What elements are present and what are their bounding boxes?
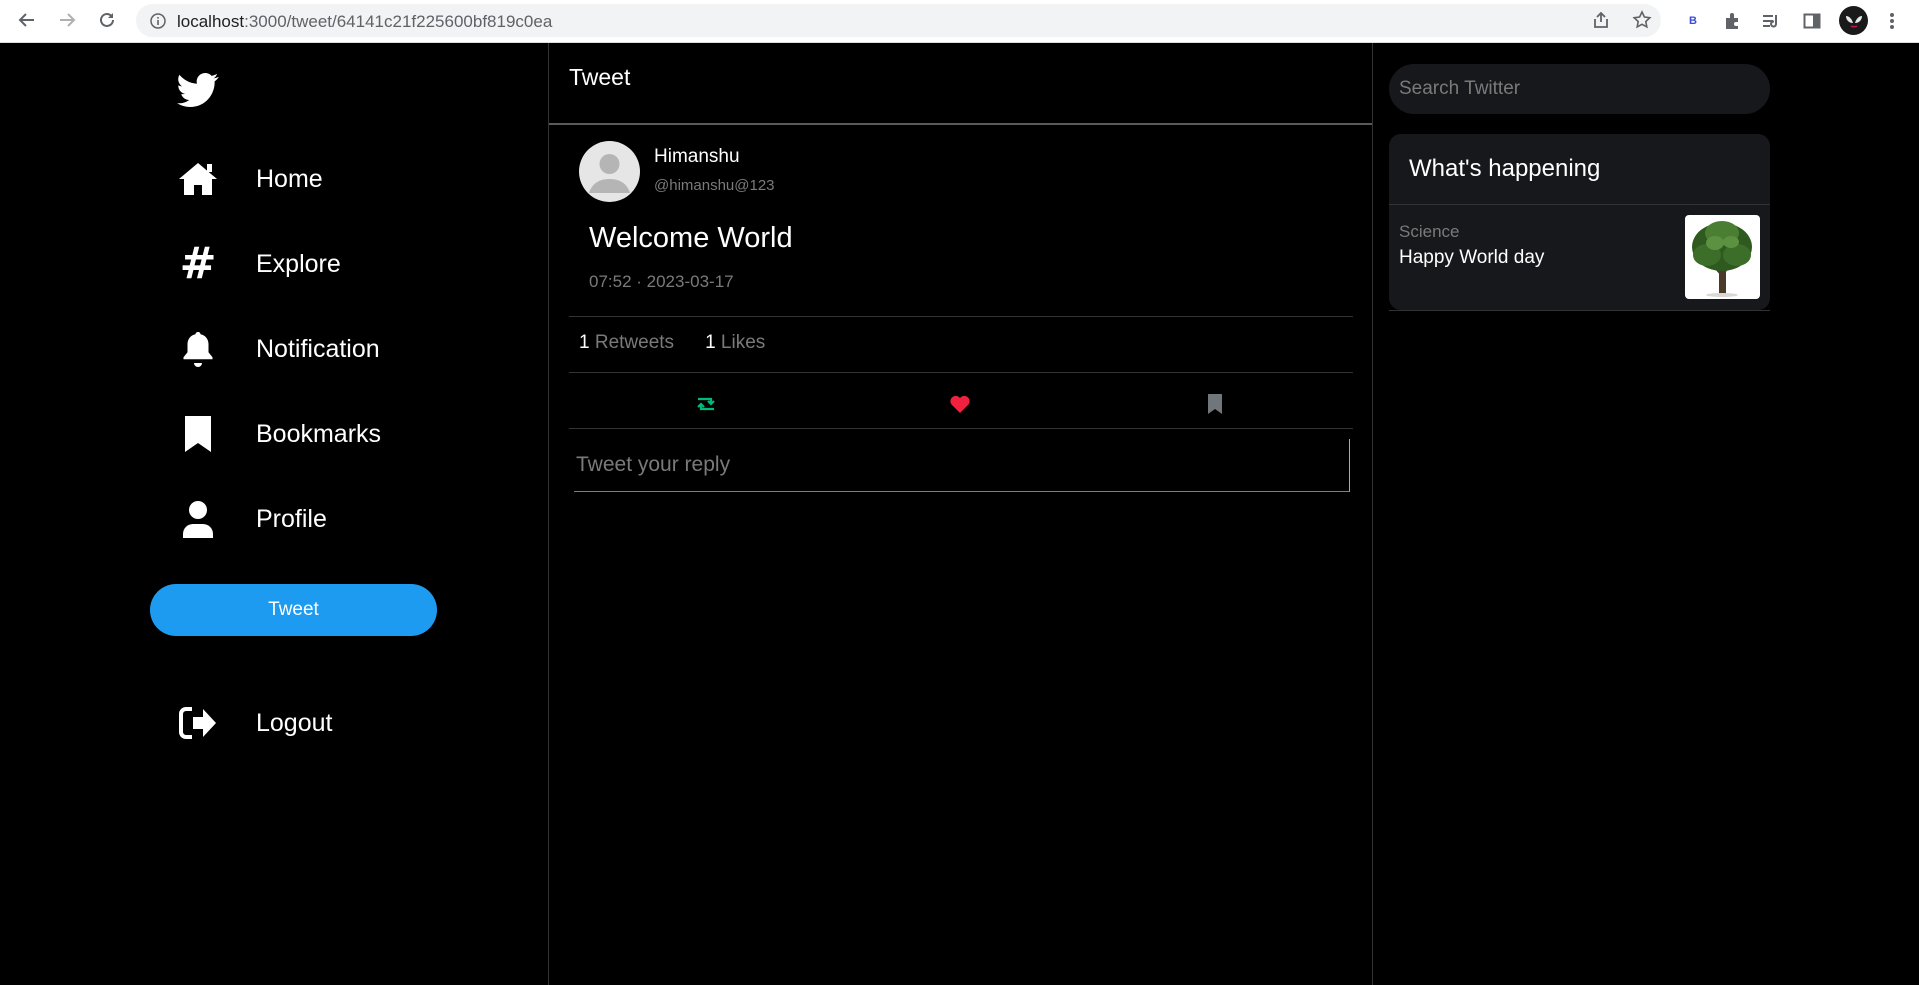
tweet-timestamp: 07:52 · 2023-03-17 [589,272,734,291]
sidebar-item-profile[interactable]: Profile [177,495,327,543]
trend-tree-image [1685,215,1760,299]
sidebar-item-explore[interactable]: # Explore [177,238,341,289]
retweets-count: 1 [579,332,590,353]
forward-icon[interactable] [53,8,81,32]
sidebar-item-notification[interactable]: Notification [177,325,380,373]
profile-avatar-icon[interactable] [1839,6,1868,35]
extensions-puzzle-icon[interactable] [1721,9,1745,33]
site-info-icon[interactable] [150,13,166,29]
trends-title: What's happening [1409,155,1601,182]
sidebar-item-label: Bookmarks [256,419,382,448]
home-icon [177,158,219,200]
tweet-stats: 1 Retweets 1 Likes [579,332,765,354]
left-column-divider [548,43,549,985]
search-input[interactable] [1389,64,1770,114]
address-bar[interactable]: localhost:3000/tweet/64141c21f225600bf81… [136,4,1661,37]
trend-topic: Happy World day [1399,247,1545,268]
extension-badge-label: B [1689,15,1697,27]
like-heart-icon[interactable] [948,392,972,416]
trends-panel: What's happening Science Happy World day [1389,134,1770,310]
side-panel-icon[interactable] [1800,9,1824,33]
url-text: localhost:3000/tweet/64141c21f225600bf81… [177,12,552,32]
sidebar-item-home[interactable]: Home [177,155,323,203]
sidebar-item-label: Logout [256,708,333,737]
star-icon[interactable] [1630,8,1654,32]
divider [569,316,1353,317]
sidebar-item-label: Explore [256,249,341,278]
browser-toolbar: localhost:3000/tweet/64141c21f225600bf81… [0,0,1919,43]
logout-icon [177,702,219,744]
bookmark-action-icon[interactable] [1203,392,1227,416]
divider [1389,204,1770,205]
twitter-logo-icon[interactable] [177,69,219,111]
divider [569,372,1353,373]
retweets-label: Retweets [594,332,675,353]
author-name[interactable]: Himanshu [654,146,740,168]
share-icon[interactable] [1589,8,1613,32]
url-path: :3000/tweet/64141c21f225600bf819c0ea [244,12,553,31]
sidebar-item-label: Profile [256,504,327,533]
divider [569,428,1353,429]
hashtag-icon: # [179,238,217,289]
tweet-text: Welcome World [589,222,793,254]
avatar[interactable] [579,141,640,202]
page-title: Tweet [569,64,631,90]
bell-icon [177,328,219,370]
bookmark-icon [177,413,219,455]
likes-count: 1 [705,332,716,353]
right-column-divider [1372,43,1373,985]
url-host: localhost [177,12,245,31]
sidebar-item-logout[interactable]: Logout [177,699,332,747]
sidebar-item-label: Notification [256,334,380,363]
tweet-button[interactable]: Tweet [150,584,437,636]
header-divider [549,123,1372,125]
retweets-stat[interactable]: 1 Retweets [579,332,674,354]
sidebar-item-bookmarks[interactable]: Bookmarks [177,410,381,458]
extension-badge[interactable]: B [1681,9,1705,33]
reload-icon[interactable] [93,8,121,32]
likes-label: Likes [720,332,766,353]
user-icon [177,498,219,540]
trend-category: Science [1399,222,1460,241]
retweet-icon[interactable] [694,392,718,416]
back-icon[interactable] [13,8,41,32]
media-controls-icon[interactable] [1759,9,1783,33]
author-handle: @himanshu@123 [654,177,775,194]
likes-stat[interactable]: 1 Likes [705,332,765,354]
divider [1389,310,1770,311]
menu-kebab-icon[interactable] [1880,9,1904,33]
reply-input[interactable] [574,439,1350,492]
sidebar-item-label: Home [256,164,323,193]
